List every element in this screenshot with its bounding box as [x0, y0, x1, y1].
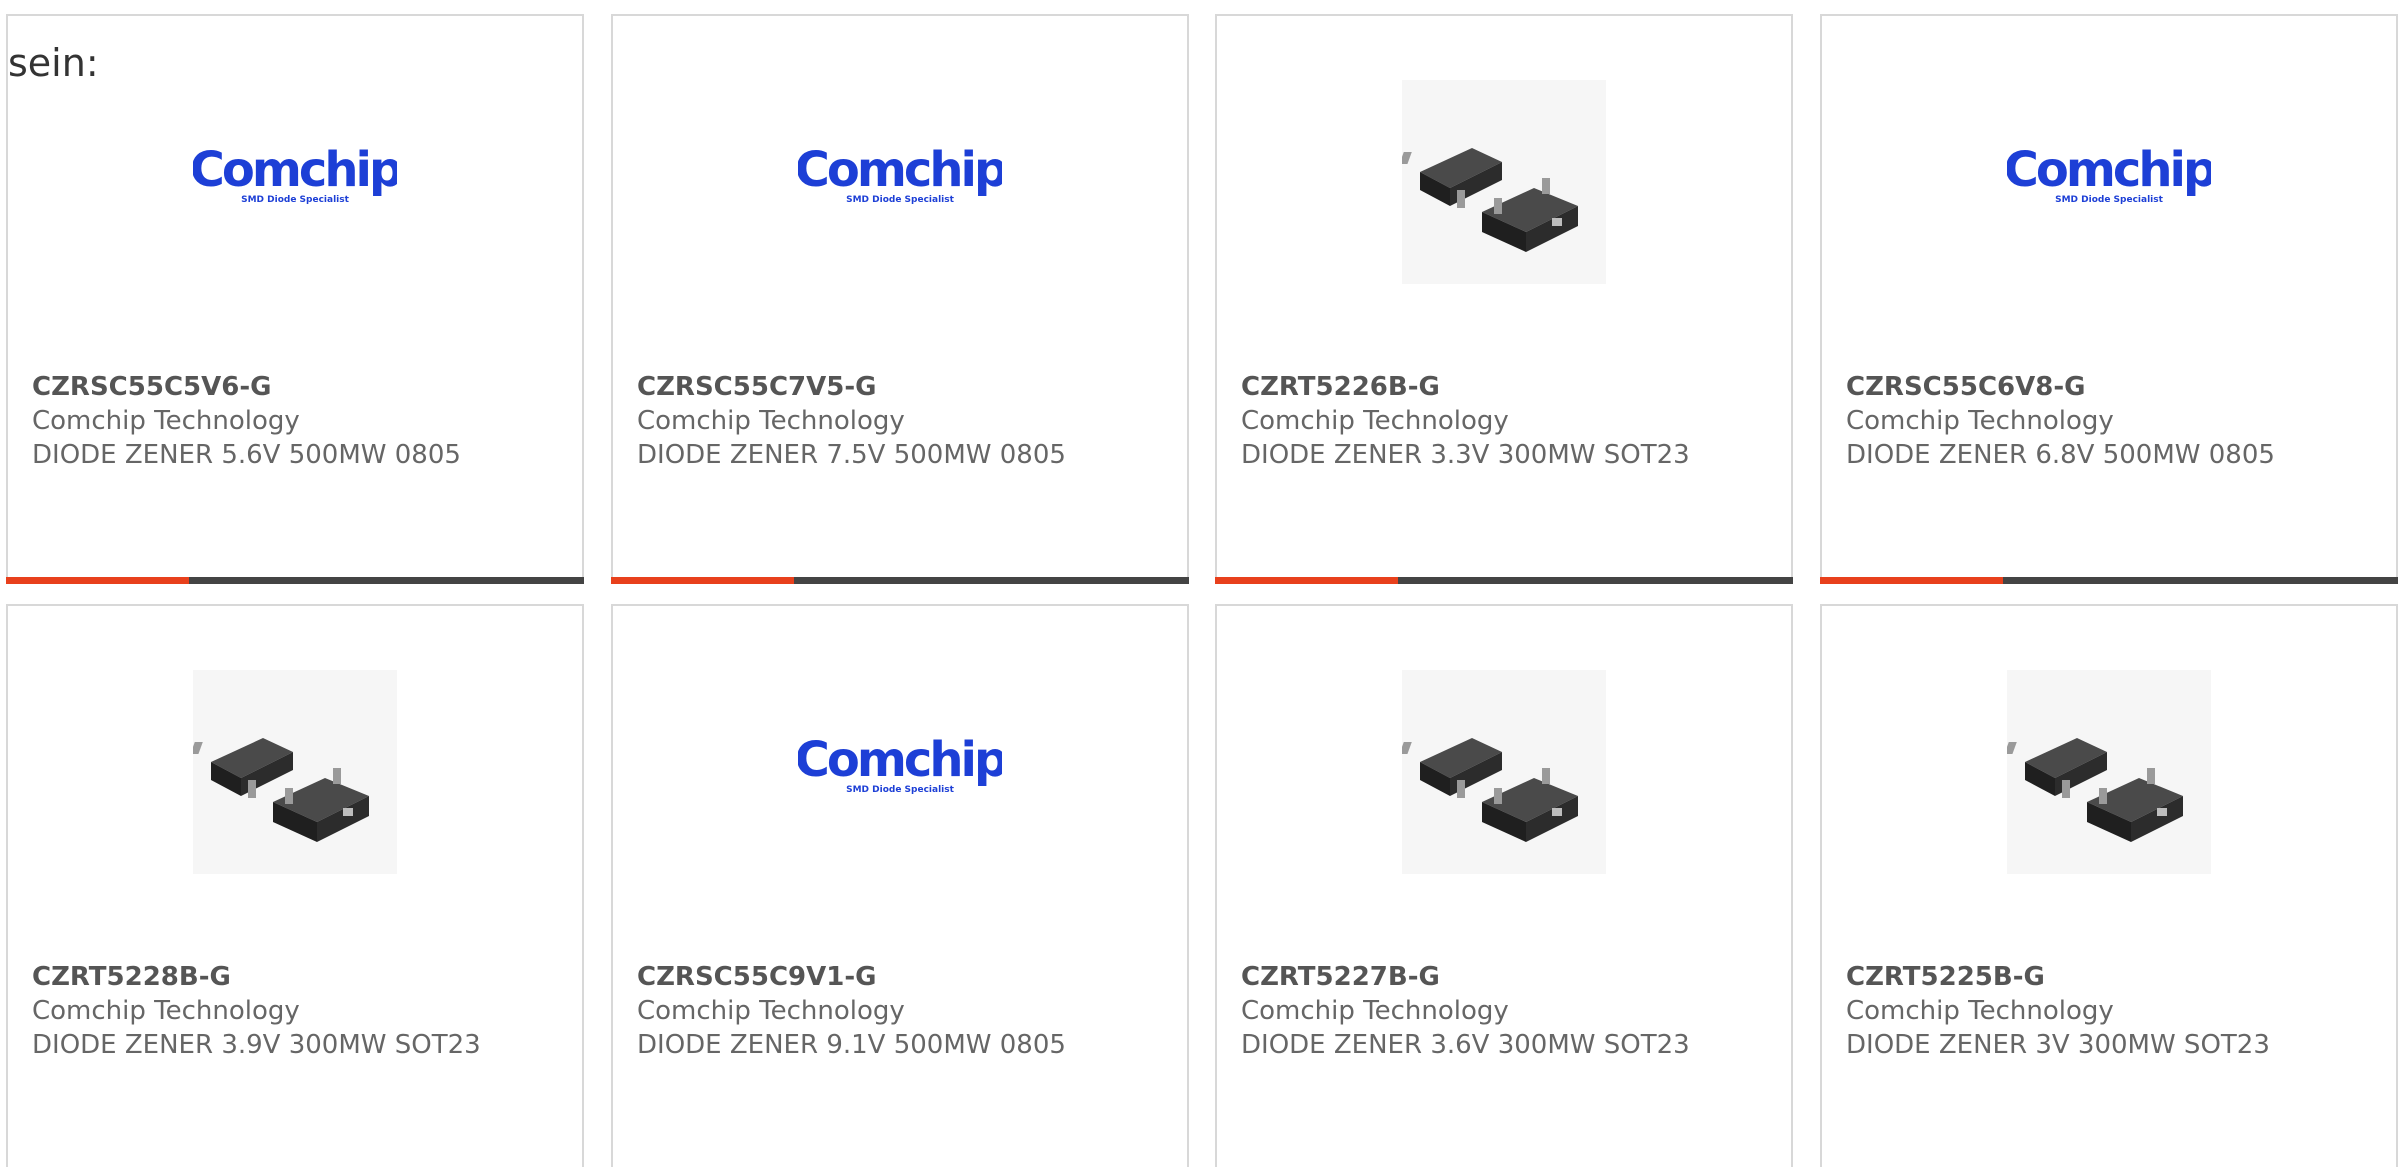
sot23-package-icon [1402, 738, 1578, 842]
part-number-link[interactable]: CZRSC55C5V6-G [32, 370, 522, 404]
product-description: DIODE ZENER 7.5V 500MW 0805 [637, 440, 1066, 470]
product-card[interactable]: Comchip SMD Diode Specialist CZRSC55C7V5… [611, 14, 1189, 584]
product-info: CZRSC55C9V1-G Comchip Technology DIODE ZEN… [637, 960, 1127, 1062]
part-number-link[interactable]: CZRSC55C6V8-G [1846, 370, 2336, 404]
comchip-logo-icon: Comchip SMD Diode Specialist [193, 142, 397, 205]
comchip-logo-icon: Comchip SMD Diode Specialist [798, 732, 1002, 795]
svg-text:SMD Diode Specialist: SMD Diode Specialist [241, 195, 350, 205]
part-number-link[interactable]: CZRSC55C9V1-G [637, 960, 1127, 994]
product-info: CZRT5228B-G Comchip Technology DIODE ZENER… [32, 960, 522, 1062]
product-info: CZRT5226B-G Comchip Technology DIODE ZENER… [1241, 370, 1731, 472]
product-description: DIODE ZENER 9.1V 500MW 0805 [637, 1030, 1066, 1060]
comchip-logo-icon: Comchip SMD Diode Specialist [2007, 142, 2211, 205]
svg-text:Comchip: Comchip [193, 142, 397, 198]
product-image[interactable]: Comchip SMD Diode Specialist [798, 80, 1002, 284]
intro-text: sein: [8, 41, 99, 85]
manufacturer: Comchip Technology [1846, 996, 2114, 1026]
manufacturer: Comchip Technology [637, 996, 905, 1026]
manufacturer: Comchip Technology [32, 406, 300, 436]
sot23-package-icon [1402, 148, 1578, 252]
comchip-logo-icon: Comchip SMD Diode Specialist [798, 142, 1002, 205]
product-card[interactable]: Comchip SMD Diode Specialist CZRSC55C9V1… [611, 604, 1189, 1167]
part-number-link[interactable]: CZRT5225B-G [1846, 960, 2336, 994]
product-info: CZRT5227B-G Comchip Technology DIODE ZENER… [1241, 960, 1731, 1062]
product-description: DIODE ZENER 5.6V 500MW 0805 [32, 440, 461, 470]
product-description: DIODE ZENER 3.3V 300MW SOT23 [1241, 440, 1690, 470]
manufacturer: Comchip Technology [637, 406, 905, 436]
svg-text:Comchip: Comchip [798, 732, 1002, 788]
product-card[interactable]: CZRT5225B-G Comchip Technology DIODE ZENER… [1820, 604, 2398, 1167]
product-image[interactable] [1402, 670, 1606, 874]
sot23-package-icon [193, 738, 369, 842]
manufacturer: Comchip Technology [1846, 406, 2114, 436]
product-description: DIODE ZENER 3V 300MW SOT23 [1846, 1030, 2270, 1060]
product-info: CZRT5225B-G Comchip Technology DIODE ZENER… [1846, 960, 2336, 1062]
product-description: DIODE ZENER 3.6V 300MW SOT23 [1241, 1030, 1690, 1060]
card-accent-bar [1215, 577, 1793, 584]
product-info: CZRSC55C7V5-G Comchip Technology DIODE ZEN… [637, 370, 1127, 472]
svg-text:SMD Diode Specialist: SMD Diode Specialist [846, 785, 955, 795]
product-card[interactable]: Comchip SMD Diode Specialist CZRSC55C6V8… [1820, 14, 2398, 584]
svg-text:Comchip: Comchip [2007, 142, 2211, 198]
part-number-link[interactable]: CZRT5227B-G [1241, 960, 1731, 994]
product-description: DIODE ZENER 3.9V 300MW SOT23 [32, 1030, 481, 1060]
card-accent-bar [6, 577, 584, 584]
svg-text:SMD Diode Specialist: SMD Diode Specialist [846, 195, 955, 205]
product-card[interactable]: CZRT5226B-G Comchip Technology DIODE ZENER… [1215, 14, 1793, 584]
product-info: CZRSC55C5V6-G Comchip Technology DIODE ZEN… [32, 370, 522, 472]
part-number-link[interactable]: CZRT5228B-G [32, 960, 522, 994]
product-image[interactable] [2007, 670, 2211, 874]
svg-text:Comchip: Comchip [798, 142, 1002, 198]
card-accent-bar [1820, 577, 2398, 584]
card-accent-bar [611, 577, 1189, 584]
product-card[interactable]: Comchip SMD Diode Specialist CZRSC55C5V6… [6, 14, 584, 584]
manufacturer: Comchip Technology [32, 996, 300, 1026]
sot23-package-icon [2007, 738, 2183, 842]
part-number-link[interactable]: CZRT5226B-G [1241, 370, 1731, 404]
product-image[interactable] [1402, 80, 1606, 284]
svg-text:SMD Diode Specialist: SMD Diode Specialist [2055, 195, 2164, 205]
product-image[interactable] [193, 670, 397, 874]
part-number-link[interactable]: CZRSC55C7V5-G [637, 370, 1127, 404]
product-image[interactable]: Comchip SMD Diode Specialist [2007, 80, 2211, 284]
manufacturer: Comchip Technology [1241, 996, 1509, 1026]
product-info: CZRSC55C6V8-G Comchip Technology DIODE ZEN… [1846, 370, 2336, 472]
product-image[interactable]: Comchip SMD Diode Specialist [193, 80, 397, 284]
product-image[interactable]: Comchip SMD Diode Specialist [798, 670, 1002, 874]
product-card[interactable]: CZRT5228B-G Comchip Technology DIODE ZENER… [6, 604, 584, 1167]
product-description: DIODE ZENER 6.8V 500MW 0805 [1846, 440, 2275, 470]
manufacturer: Comchip Technology [1241, 406, 1509, 436]
product-grid-page: sein: Comchip SMD Diode Specialist CZRSC… [0, 0, 2400, 1167]
product-card[interactable]: CZRT5227B-G Comchip Technology DIODE ZENER… [1215, 604, 1793, 1167]
